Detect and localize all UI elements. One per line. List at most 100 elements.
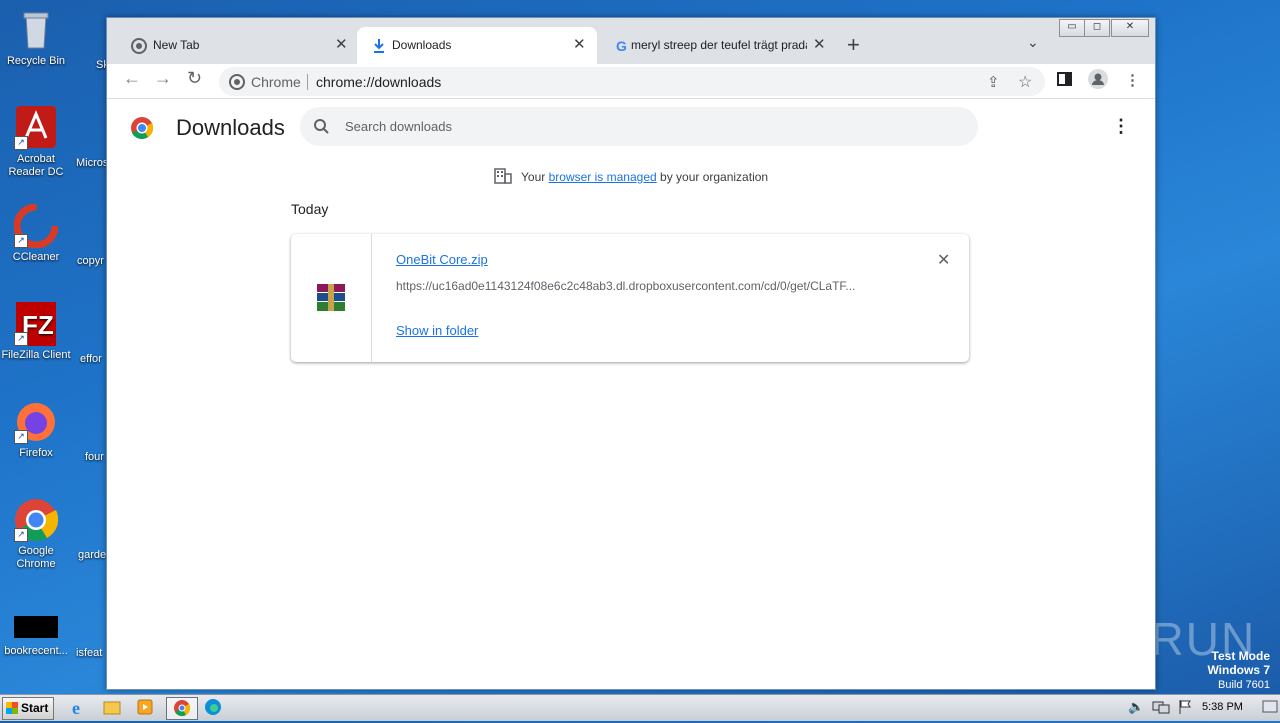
- remove-download-close-icon[interactable]: ✕: [937, 250, 950, 270]
- taskbar-clock[interactable]: 5:38 PM: [1202, 701, 1243, 713]
- tab-close-icon[interactable]: ✕: [573, 35, 586, 53]
- chrome-logo-icon: [130, 116, 154, 145]
- taskbar-chrome-icon[interactable]: [166, 697, 198, 720]
- taskbar: Start e 🔈 5:38 PM: [0, 694, 1280, 721]
- omnibox-site-chip: Chrome: [251, 74, 301, 90]
- windows-version-text: Windows 7: [1207, 663, 1270, 677]
- date-header: Today: [291, 201, 329, 217]
- action-center-flag-icon[interactable]: [1178, 699, 1192, 720]
- desktop-icon-label: FileZilla Client: [1, 349, 71, 361]
- desktop-icon-acrobat[interactable]: ↗ Acrobat Reader DC: [0, 106, 72, 179]
- tab-close-icon[interactable]: ✕: [813, 35, 826, 53]
- black-file-icon: [14, 614, 58, 642]
- search-placeholder: Search downloads: [345, 119, 452, 134]
- firefox-icon: ↗: [14, 400, 58, 444]
- share-icon[interactable]: ⇪: [987, 73, 1000, 91]
- tab-label: Downloads: [392, 38, 452, 52]
- chrome-site-icon: [229, 74, 245, 95]
- search-icon: [314, 119, 329, 139]
- google-icon: G: [615, 38, 631, 54]
- omnibox-divider: [307, 74, 308, 90]
- omnibox-url[interactable]: chrome://downloads: [316, 74, 441, 90]
- side-panel-icon[interactable]: [1057, 71, 1073, 91]
- tab-label: New Tab: [153, 38, 200, 52]
- desktop-icon-google-chrome[interactable]: ↗ Google Chrome: [0, 498, 72, 571]
- managed-suffix: by your organization: [660, 170, 769, 184]
- shortcut-arrow-icon: ↗: [14, 528, 28, 542]
- tab-close-icon[interactable]: ✕: [335, 35, 348, 53]
- tab-strip: New Tab ✕ Downloads ✕ G meryl streep der…: [107, 18, 1155, 64]
- new-tab-button[interactable]: +: [847, 32, 860, 58]
- desktop-icon-filezilla[interactable]: FZ ↗ FileZilla Client: [0, 302, 72, 362]
- maximize-button[interactable]: ◻: [1084, 19, 1110, 37]
- svg-text:e: e: [72, 698, 80, 717]
- back-icon[interactable]: ←: [123, 68, 141, 89]
- winrar-archive-icon: [315, 282, 347, 319]
- desktop-icon-label-partial: copyr: [77, 255, 104, 267]
- taskbar-edge-icon[interactable]: [202, 697, 228, 718]
- downloads-page: Downloads Search downloads ⋮ Your browse…: [107, 99, 1155, 689]
- shortcut-arrow-icon: ↗: [14, 234, 28, 248]
- tab-search-chevron-icon[interactable]: ⌄: [1027, 34, 1039, 51]
- volume-icon[interactable]: 🔈: [1128, 699, 1144, 715]
- desktop-icon-bookrecent[interactable]: bookrecent...: [0, 614, 72, 658]
- desktop-icon-label-partial: garde: [78, 549, 107, 561]
- minimize-button[interactable]: ▭: [1059, 19, 1085, 37]
- taskbar-media-player-icon[interactable]: [134, 697, 160, 718]
- test-mode-text: Test Mode: [1211, 649, 1270, 663]
- desktop-icon-label: bookrecent...: [4, 645, 68, 657]
- reload-icon[interactable]: ↻: [187, 68, 202, 89]
- windows-logo-icon: [6, 702, 18, 714]
- tab-google-search[interactable]: G meryl streep der teufel trägt prada - …: [601, 27, 837, 64]
- filezilla-icon: FZ ↗: [14, 302, 58, 346]
- show-desktop-button[interactable]: [1262, 699, 1278, 720]
- desktop-icon-label-partial: isfeat: [76, 647, 103, 659]
- chrome-icon: [131, 38, 147, 54]
- ccleaner-icon: ↗: [13, 203, 59, 249]
- recycle-bin-icon: [14, 8, 58, 52]
- managed-prefix: Your: [521, 170, 546, 184]
- tab-downloads[interactable]: Downloads ✕: [357, 27, 597, 64]
- building-icon: [494, 168, 512, 187]
- desktop-icon-recycle-bin[interactable]: Recycle Bin: [0, 8, 72, 68]
- search-downloads-input[interactable]: Search downloads: [300, 107, 978, 146]
- desktop-icon-label: Recycle Bin: [6, 55, 66, 67]
- start-button[interactable]: Start: [2, 697, 54, 720]
- desktop-icon-label-partial: Micros: [76, 157, 109, 169]
- page-title: Downloads: [176, 115, 285, 140]
- managed-notice: Your browser is managed by your organiza…: [107, 168, 1155, 187]
- omnibox[interactable]: Chrome chrome://downloads ⇪ ☆: [219, 67, 1045, 96]
- shortcut-arrow-icon: ↗: [14, 136, 28, 150]
- desktop-icon-label: CCleaner: [12, 251, 60, 263]
- tab-label: meryl streep der teufel trägt prada -: [631, 38, 807, 52]
- chrome-window: New Tab ✕ Downloads ✕ G meryl streep der…: [106, 17, 1156, 690]
- tab-new-tab[interactable]: New Tab ✕: [117, 27, 353, 64]
- svg-text:G: G: [616, 38, 627, 54]
- desktop-icon-label: Acrobat Reader DC: [8, 153, 64, 178]
- shortcut-arrow-icon: ↗: [14, 430, 28, 444]
- toolbar: ← → ↻ Chrome chrome://downloads ⇪ ☆ ⋮: [107, 64, 1155, 99]
- shortcut-arrow-icon: ↗: [14, 332, 28, 346]
- acrobat-icon: ↗: [14, 106, 58, 150]
- profile-avatar-icon[interactable]: [1088, 69, 1108, 93]
- start-label: Start: [21, 701, 49, 715]
- chrome-icon: ↗: [14, 498, 59, 542]
- taskbar-ie-icon[interactable]: e: [68, 697, 94, 718]
- download-filename-link[interactable]: OneBit Core.zip: [396, 252, 488, 267]
- download-source-url: https://uc16ad0e1143124f08e6c2c48ab3.dl.…: [396, 279, 856, 293]
- show-in-folder-link[interactable]: Show in folder: [396, 323, 478, 338]
- bookmark-star-icon[interactable]: ☆: [1018, 72, 1032, 92]
- browser-managed-link[interactable]: browser is managed: [549, 170, 657, 184]
- chrome-menu-icon[interactable]: ⋮: [1125, 71, 1140, 89]
- desktop-icon-ccleaner[interactable]: ↗ CCleaner: [0, 203, 72, 264]
- download-item: OneBit Core.zip https://uc16ad0e1143124f…: [291, 234, 969, 362]
- desktop-icon-firefox[interactable]: ↗ Firefox: [0, 400, 72, 460]
- forward-icon[interactable]: →: [154, 68, 172, 89]
- desktop-icon-label: Google Chrome: [16, 545, 56, 570]
- close-window-button[interactable]: ✕: [1111, 19, 1149, 37]
- desktop-icon-label-partial: four: [85, 451, 104, 463]
- file-icon-area: [291, 234, 372, 362]
- taskbar-explorer-icon[interactable]: [101, 697, 127, 718]
- network-icon[interactable]: [1152, 699, 1170, 720]
- more-actions-icon[interactable]: ⋮: [1112, 116, 1130, 137]
